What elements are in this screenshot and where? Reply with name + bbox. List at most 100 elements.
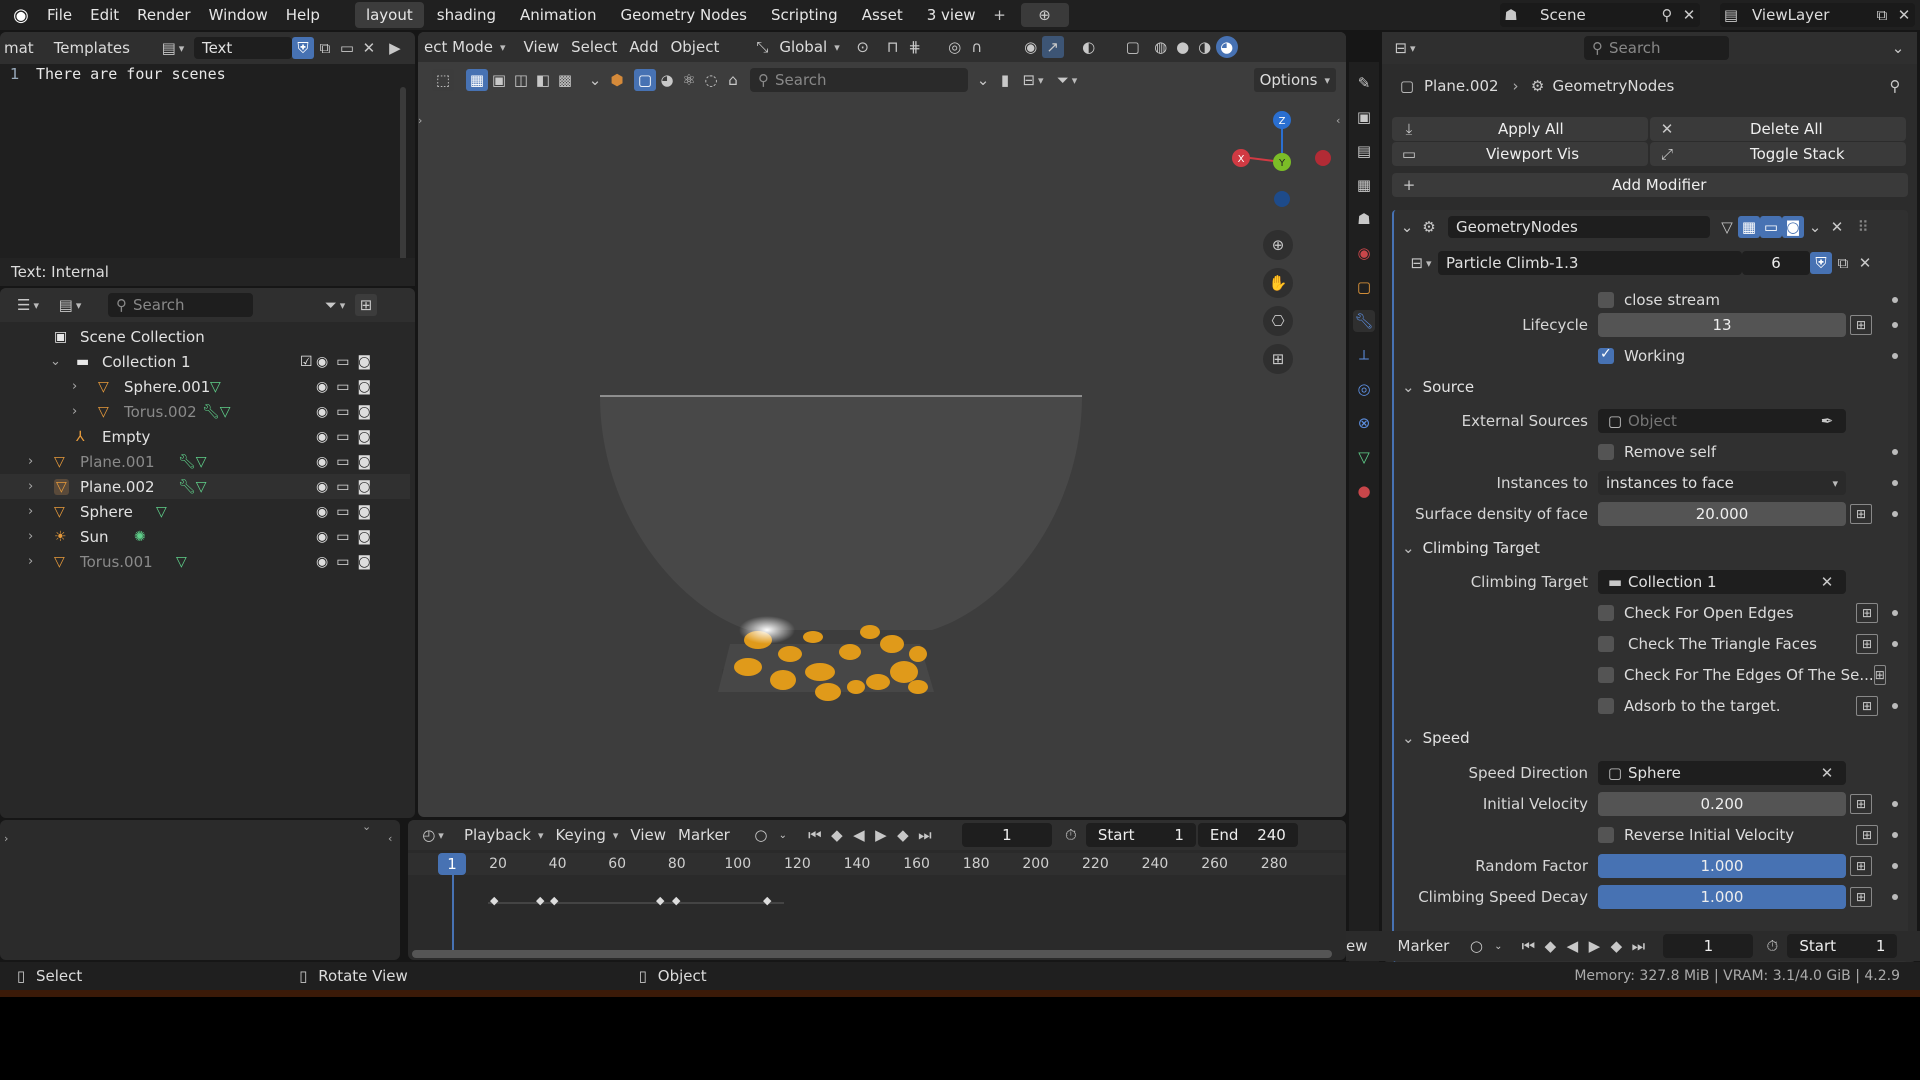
material-tab-icon[interactable]: ● [1353,480,1375,502]
modifier-data-icon[interactable]: ✺ [134,529,146,545]
expand-toggle-icon[interactable]: › [28,529,33,544]
outliner-search-input[interactable]: ⚲ Search [108,293,253,317]
drag-handle-icon[interactable]: ⠿ [1852,216,1874,238]
chevron-down-icon[interactable]: ⌄ [772,824,794,846]
outliner-item[interactable]: › ▽ Plane.001 🔧︎▽ ◉ ▭ ◙ [0,449,410,474]
edit-mode-icon[interactable]: ▽ [1716,216,1738,238]
outliner-item[interactable]: › ▽ Sphere.001 ▽ ◉ ▭ ◙ [0,374,410,399]
remove-self-checkbox[interactable] [1598,444,1614,460]
camera-icon[interactable]: ◙ [357,504,371,520]
fake-user-icon[interactable]: ⛨ [291,37,314,59]
initial-velocity-field[interactable]: 0.200 [1598,792,1846,816]
keyframe-dot[interactable] [1892,511,1898,517]
keyframe-dot[interactable] [1892,322,1898,328]
scene-selector[interactable]: ☗ Scene ⚲ ✕ [1500,3,1700,27]
tab-3-view[interactable]: 3 view [916,2,987,28]
gizmo-neg-z-axis[interactable] [1274,191,1290,207]
tab-asset[interactable]: Asset [851,2,914,28]
expand-toggle-icon[interactable]: › [72,379,77,394]
keyframe-dot[interactable] [1892,610,1898,616]
reverse-velocity-checkbox[interactable] [1598,827,1614,843]
climbing-speed-decay-slider[interactable]: 1.000 [1598,885,1846,909]
camera-icon[interactable]: ◙ [357,404,371,420]
play-reverse-icon[interactable]: ◀ [848,824,870,846]
keyframe-diamond-icon[interactable]: ◆ [550,894,558,907]
expand-toggle-icon[interactable]: › [28,454,33,469]
chevron-down-icon[interactable]: ⌄ [1396,216,1418,238]
eyedropper-icon[interactable]: ✒ [1816,410,1838,432]
properties-editor-icon[interactable]: ⊟ [1386,37,1424,59]
keyframe-diamond-icon[interactable]: ◆ [672,894,680,907]
zoom-icon[interactable]: ⊕ [1263,230,1293,260]
surface-density-field[interactable]: 20.000 [1598,502,1846,526]
monitor-icon[interactable]: ▭ [336,504,349,520]
prev-keyframe-icon[interactable]: ◆ [826,824,848,846]
eye-icon[interactable]: ◉ [316,404,328,420]
next-keyframe-icon[interactable]: ◆ [892,824,914,846]
eye-icon[interactable]: ◉ [316,454,328,470]
node-group-field[interactable]: Particle Climb-1.3 [1438,251,1742,275]
workspace-toggle-icon[interactable]: ⊕ [1020,3,1069,27]
menu-marker-secondary[interactable]: Marker [1398,937,1450,955]
keyframe-dot[interactable] [1892,832,1898,838]
node-socket-icon[interactable]: ⊞ [1850,856,1872,876]
collapse-icon[interactable]: ‹ [388,832,392,845]
new-collection-icon[interactable]: ⊞ [355,294,377,316]
camera-icon[interactable]: ◙ [357,554,371,570]
eye-icon[interactable]: ◉ [316,379,328,395]
run-script-icon[interactable]: ▶ [384,37,406,59]
keyframe-dot[interactable] [1892,480,1898,486]
viewport-vis-button[interactable]: ▭ Viewport Vis [1392,142,1648,166]
chevron-down-icon[interactable]: ⌄ [1804,216,1826,238]
keyframe-dot[interactable] [1892,641,1898,647]
source-section[interactable]: ⌄ Source [1402,375,1902,399]
instances-to-dropdown[interactable]: instances to face [1598,471,1846,495]
menu-playback[interactable]: Playback [458,823,549,847]
timeline-editor-icon[interactable]: ◴ [416,824,450,846]
data-tab-icon[interactable]: ▽ [1353,446,1375,468]
monitor-icon[interactable]: ▭ [336,554,349,570]
expand-toggle-icon[interactable]: › [28,504,33,519]
keyframe-dot[interactable] [1892,703,1898,709]
camera-icon[interactable]: ◙ [357,429,371,445]
view-layer-tab-icon[interactable]: ▦ [1353,174,1375,196]
modifier-data-icon[interactable]: ▽ [156,504,167,520]
camera-view-icon[interactable]: ⎔ [1263,306,1293,336]
particles-tab-icon[interactable]: ⟂ [1353,344,1375,366]
tab-scripting[interactable]: Scripting [760,2,849,28]
blender-logo-icon[interactable]: ◉ [8,4,34,26]
properties-search-input[interactable]: ⚲ Search [1584,36,1729,60]
eye-icon[interactable]: ◉ [316,429,328,445]
menu-window[interactable]: Window [200,0,277,30]
toggle-stack-button[interactable]: ⤢ Toggle Stack [1650,142,1906,166]
menu-mat[interactable]: mat [4,39,34,57]
chevron-down-icon[interactable]: ⌄ [1887,37,1909,59]
keyframe-dot[interactable] [1892,449,1898,455]
speed-direction-field[interactable]: ▢ Sphere ✕ [1598,761,1846,785]
eye-icon[interactable]: ◉ [316,504,328,520]
outliner-item[interactable]: › ☀ Sun ✺ ◉ ▭ ◙ [0,524,410,549]
menu-timeline-view[interactable]: View [624,823,672,847]
jump-start-icon[interactable]: ⏮ [804,824,826,846]
pin-icon[interactable]: ⚲ [1656,4,1678,26]
outliner-item[interactable]: ▣ Scene Collection [0,324,410,349]
clear-icon[interactable]: ✕ [1816,571,1838,593]
menu-templates[interactable]: Templates [54,39,130,57]
secondary-frame-field[interactable]: 1 [1663,934,1754,958]
outliner-item[interactable]: ⌄ ▬ Collection 1 ☑ ◉ ▭ ◙ [0,349,410,374]
keyframe-diamond-icon[interactable]: ◆ [763,894,771,907]
viewport-display-icon[interactable]: ▭ [1760,216,1782,238]
tab-layout[interactable]: layout [354,2,424,28]
perspective-grid-icon[interactable]: ⊞ [1263,344,1293,374]
outliner-item[interactable]: › ▽ Torus.002 🔧︎▽ ◉ ▭ ◙ [0,399,410,424]
pan-hand-icon[interactable]: ✋ [1263,268,1293,298]
text-content[interactable]: There are four scenes [36,65,226,83]
tab-animation[interactable]: Animation [509,2,607,28]
timeline-ruler[interactable]: 20 40 60 80 100 120 140 160 180 200 220 240 260 280 [408,853,1346,875]
camera-icon[interactable]: ◙ [357,379,371,395]
monitor-icon[interactable]: ▭ [336,379,349,395]
node-socket-icon[interactable]: ⊞ [1850,315,1872,335]
keyframe-diamond-icon[interactable]: ◆ [536,894,544,907]
eye-icon[interactable]: ◉ [316,529,328,545]
menu-render[interactable]: Render [128,0,199,30]
